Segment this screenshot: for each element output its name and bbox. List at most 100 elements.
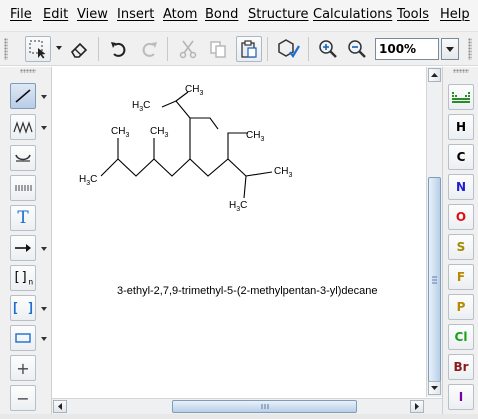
menu-view[interactable]: View	[77, 7, 108, 22]
cut-button[interactable]	[175, 36, 201, 62]
clean-structure-button[interactable]	[276, 36, 302, 62]
arrow-dropdown[interactable]	[41, 247, 47, 251]
atom-panel: H C N O S F P Cl Br I	[442, 67, 478, 419]
scroll-left-button[interactable]	[53, 400, 67, 413]
ch3-label-c10: CH3	[274, 166, 292, 179]
h3c-label-upper: H3C	[132, 100, 150, 113]
chain-tool[interactable]	[10, 114, 36, 140]
zoom-out-button[interactable]	[344, 36, 370, 62]
eraser-icon	[70, 42, 88, 58]
h3c-label-c1: H3C	[79, 174, 97, 187]
atom-f-button[interactable]: F	[448, 264, 474, 290]
paste-button[interactable]	[236, 36, 262, 62]
single-bond-tool[interactable]	[10, 83, 36, 109]
atom-n-button[interactable]: N	[448, 174, 474, 200]
minus-icon: −	[16, 388, 30, 408]
scroll-right-button[interactable]	[410, 400, 424, 413]
atom-symbol: P	[456, 300, 466, 314]
redo-icon	[142, 42, 157, 57]
atom-symbol: C	[456, 150, 466, 164]
redo-button[interactable]	[136, 36, 162, 62]
menu-bar: File Edit View Insert Atom Bond Structur…	[0, 0, 478, 32]
menu-tools[interactable]: Tools	[397, 7, 429, 22]
atom-cl-button[interactable]: Cl	[448, 324, 474, 350]
zoom-out-icon	[348, 40, 366, 58]
text-tool-icon: T	[17, 208, 29, 228]
zoom-in-button[interactable]	[315, 36, 341, 62]
atom-symbol: S	[456, 240, 466, 254]
single-bond-icon	[15, 89, 31, 103]
atom-c-button[interactable]: C	[448, 144, 474, 170]
clean-structure-icon	[278, 39, 300, 58]
selection-dropdown[interactable]	[56, 46, 62, 50]
text-tool[interactable]: T	[10, 205, 36, 231]
scroll-down-button[interactable]	[428, 381, 441, 395]
menu-edit[interactable]: Edit	[43, 7, 68, 22]
menu-atom[interactable]: Atom	[163, 7, 197, 22]
atom-symbol: Cl	[454, 330, 468, 344]
left-tool-panel: T []n [ ] + −	[0, 67, 52, 419]
panel-grip[interactable]	[20, 69, 36, 73]
menu-calculations[interactable]: Calculations	[313, 7, 392, 22]
atom-s-button[interactable]: S	[448, 234, 474, 260]
atom-br-button[interactable]: Br	[448, 354, 474, 380]
shape-dropdown[interactable]	[41, 337, 47, 341]
copy-button[interactable]	[205, 36, 231, 62]
hash-bond-tool[interactable]	[10, 175, 36, 201]
toolbar-separator	[98, 37, 99, 61]
panel-grip[interactable]	[453, 69, 469, 73]
ring-tool[interactable]	[10, 145, 36, 171]
toolbar-grip[interactable]	[468, 38, 472, 60]
ch3-label-ethyl: CH3	[246, 130, 264, 143]
periodic-table-icon	[452, 92, 470, 103]
atom-symbol: F	[456, 270, 466, 284]
vertical-scroll-thumb[interactable]	[428, 177, 441, 382]
atom-p-button[interactable]: P	[448, 294, 474, 320]
molecule-name-label[interactable]: 3-ethyl-2,7,9-trimethyl-5-(2-methylpenta…	[117, 285, 377, 297]
vertical-scrollbar[interactable]	[426, 67, 442, 397]
menu-bond[interactable]: Bond	[205, 7, 238, 22]
plus-icon: +	[16, 358, 30, 378]
arrow-tool[interactable]	[10, 235, 36, 261]
menu-structure[interactable]: Structure	[248, 7, 308, 22]
periodic-table-button[interactable]	[448, 84, 474, 110]
horizontal-scrollbar[interactable]	[52, 398, 442, 414]
atom-symbol: O	[455, 210, 467, 224]
arrow-right-icon	[415, 403, 419, 410]
erase-button[interactable]	[66, 36, 92, 62]
menu-help[interactable]: Help	[440, 7, 470, 22]
charge-minus-tool[interactable]: −	[10, 385, 36, 411]
scroll-up-button[interactable]	[428, 68, 441, 82]
ch3-label-c2: CH3	[111, 126, 129, 139]
undo-button[interactable]	[106, 36, 132, 62]
square-bracket-icon: [ ]	[11, 300, 35, 316]
atom-i-button[interactable]: I	[448, 384, 474, 410]
zoom-dropdown-button[interactable]	[441, 38, 459, 60]
horizontal-scroll-thumb[interactable]	[172, 400, 357, 413]
charge-plus-tool[interactable]: +	[10, 355, 36, 381]
bracket-tool[interactable]: [ ]	[10, 295, 36, 321]
atom-o-button[interactable]: O	[448, 204, 474, 230]
arrow-up-icon	[431, 73, 438, 77]
arrow-left-icon	[58, 403, 62, 410]
arrow-down-icon	[431, 386, 438, 390]
atom-h-button[interactable]: H	[448, 114, 474, 140]
bracket-dropdown[interactable]	[41, 307, 47, 311]
h3c-label-bottom: H3C	[229, 200, 247, 213]
drawing-canvas[interactable]: CH3 H3C CH3 CH3 CH3 H3C CH3 H3C 3-ethyl-…	[52, 67, 426, 397]
selection-button[interactable]	[25, 36, 51, 62]
rectangle-icon	[15, 333, 31, 343]
atom-symbol: I	[458, 390, 464, 404]
sgroup-bracket-tool[interactable]: []n	[10, 265, 36, 291]
shape-tool[interactable]	[10, 325, 36, 351]
menu-file[interactable]: File	[10, 7, 32, 22]
chain-dropdown[interactable]	[41, 126, 47, 130]
ch3-label-c4: CH3	[150, 126, 168, 139]
bond-lines	[100, 91, 273, 199]
bond-dropdown[interactable]	[41, 95, 47, 99]
zoom-input[interactable]: 100%	[375, 38, 439, 60]
menu-insert[interactable]: Insert	[117, 7, 154, 22]
atom-symbol: N	[455, 180, 467, 194]
toolbar-grip[interactable]	[4, 38, 8, 60]
ch3-label-top: CH3	[185, 84, 203, 97]
